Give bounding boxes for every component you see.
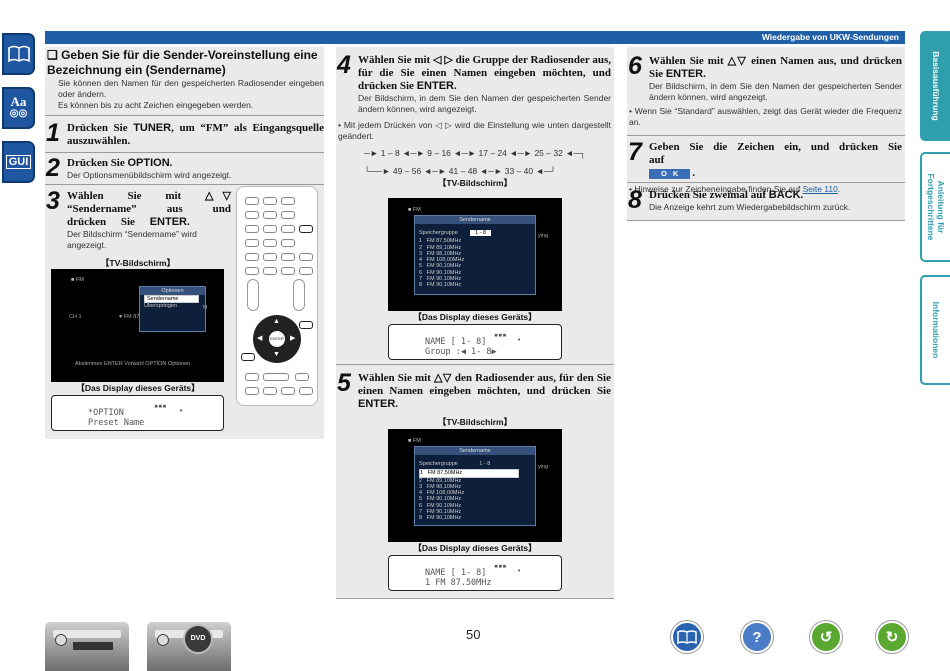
station-row: 8 FM 90,10MHz [419,282,462,289]
section-heading: ❏ Geben Sie für die Sender-Voreinstellun… [47,48,318,77]
section-title: Wiedergabe von UKW-Sendungen [761,32,899,42]
device-display: ▪▪▪ • *OPTION Preset Name [51,395,224,431]
source-fm: ■ FM [71,277,84,283]
display-label: 【Das Display dieses Geräts】 [76,383,200,393]
group-row[interactable]: Speichergruppe 1 - 8 [415,230,535,236]
step-4: 4 Wählen Sie mit ◁ ▷ die Gruppe der Radi… [336,47,614,365]
step-number: 3 [46,187,60,215]
sendername-menu: Sendername Speichergruppe 1 - 8 1 FM 87,… [414,446,536,526]
step-instruction: Drücken Sie TUNER, um “FM” als Eingangsq… [67,122,324,147]
step-5: 5 Wählen Sie mit △▽ den Radiosender aus,… [336,366,614,599]
column-2: 4 Wählen Sie mit ◁ ▷ die Gruppe der Radi… [336,47,614,599]
display-line-2: 1 FM 87.50MHz [425,578,492,588]
bullet-note: • Mit jedem Drücken von ◁ ▷ wird die Ein… [338,120,611,141]
tv-screen-sendername-1: ■ FM Sendername Speichergruppe 1 - 8 1 F… [388,198,562,311]
intro-text-2: Es können bis zu acht Zeichen eingegeben… [58,100,254,110]
station-row-selected[interactable]: 1 FM 87,50MHz [415,469,535,478]
back-icon[interactable]: ↺ [810,621,842,653]
option-button [299,321,313,329]
tab-anleitung-fortgeschrittene[interactable]: Anleitung für Fortgeschrittene [920,152,950,262]
remote-control-illustration: ENTER ▲ ▼ ◀ ▶ [236,186,318,406]
intro-text-1: Sie können den Namen für den gespeichert… [58,78,324,99]
step-number: 2 [46,154,60,182]
channel-label: CH 1 [69,314,82,320]
display-line-2: Preset Name [88,418,145,428]
step-6: 6 Wählen Sie mit △▽ einen Namen aus, und… [627,47,905,136]
display-line-1: NAME [ 1- 8] [425,568,487,578]
menu-item-ueberspringen[interactable]: Überspringen [140,303,205,309]
receiver-product-image[interactable] [45,622,129,671]
menu-title: Optionen [140,287,205,295]
step-instruction: Wählen Sie mit △▽ einen Namen aus, und d… [649,55,902,80]
forward-icon[interactable]: ↻ [876,621,908,653]
step-instruction: Wählen Sie mit △▽ “Sendername” aus und d… [67,190,231,228]
tuner-button [299,225,313,233]
gui-icon[interactable]: GUI [2,141,35,183]
step-2: 2 Drücken Sie OPTION. Der Optionsmenübil… [45,154,324,185]
tv-screen-label: 【TV-Bildschirm】 [100,258,176,268]
player-product-image[interactable]: DVD [147,622,231,671]
step-number: 7 [628,138,642,166]
step-instruction: Geben Sie die Zeichen ein, und drücken S… [649,141,902,179]
options-menu: Optionen Sendername Überspringen [139,286,206,332]
tv-screen-label: 【TV-Bildschirm】 [437,417,513,427]
tab-basisausfuehrung[interactable]: Basisausführung [920,31,950,141]
page-number: 50 [466,627,481,642]
station-row[interactable]: 8 FM 90,10MHz [415,515,535,521]
step-number: 4 [337,51,351,79]
ok-button-icon: O K [649,169,691,179]
step-instruction: Drücken Sie zweimal auf BACK. [649,189,804,201]
column-3: 6 Wählen Sie mit △▽ einen Namen aus, und… [627,47,905,221]
menu-title: Sendername [415,216,535,224]
step-instruction: Drücken Sie OPTION. [67,157,173,169]
bullet-note: • Wenn Sie “Standard” auswählen, zeigt d… [629,106,902,127]
step-note: Die Anzeige kehrt zum Wiedergabebildschi… [649,202,851,212]
tab-label: Basisausführung [931,51,941,121]
step-number: 6 [628,52,642,80]
font-icon[interactable]: Aa ◎◎ [2,87,35,129]
step-instruction: Wählen Sie mit △▽ den Radiosender aus, f… [358,372,611,410]
display-label: 【Das Display dieses Geräts】 [413,543,537,553]
frequency-label: ♥ FM 87 [119,314,140,320]
step-7: 7 Geben Sie die Zeichen ein, und drücken… [627,137,905,194]
font-icon-label: Aa [10,94,27,109]
menu-title: Sendername [415,447,535,455]
tab-label: Anleitung für Fortgeschrittene [926,173,946,241]
step-note: Der Bildschirm, in dem Sie den Namen der… [649,81,902,102]
device-display: ▪▪▪ • NAME [ 1- 8] 1 FM 87.50MHz [388,555,562,591]
step-3: 3 Wählen Sie mit △▽ “Sendername” aus und… [45,187,231,251]
step-number: 1 [46,119,60,147]
group-row: Speichergruppe 1 - 8 [419,461,491,467]
tab-label: Informationen [931,301,941,359]
help-icon[interactable]: ? [741,621,773,653]
tv-screen-label: 【TV-Bildschirm】 [437,178,513,188]
step-1: 1 Drücken Sie TUNER, um “FM” als Eingang… [45,117,324,153]
book-icon[interactable] [671,621,703,653]
step-instruction: Wählen Sie mit ◁ ▷ die Gruppe der Radios… [358,54,611,92]
dpad-icon: ENTER ▲ ▼ ◀ ▶ [253,315,301,363]
step-note: Der Optionsmenübildschirm wird angezeigt… [67,170,232,180]
device-display: ▪▪▪ • NAME [ 1- 8] Group :◀ 1- 8▶ [388,324,562,360]
group-cycle-diagram: ─► 1 – 8 ◄─► 9 – 16 ◄─► 17 – 24 ◄─► 25 –… [364,148,586,176]
sendername-menu: Sendername Speichergruppe 1 - 8 1 FM 87,… [414,215,536,295]
step-number: 5 [337,369,351,397]
step-note: Der Bildschirm, in dem Sie den Namen der… [358,93,611,114]
section-header-bar: Wiedergabe von UKW-Sendungen [45,31,905,44]
step-8: 8 Drücken Sie zweimal auf BACK. Die Anze… [627,184,905,221]
back-button [241,353,255,361]
display-label: 【Das Display dieses Geräts】 [413,312,537,322]
dvd-badge: DVD [183,624,213,654]
intro-section: ❏ Geben Sie für die Sender-Voreinstellun… [45,47,324,116]
step-note: Der Bildschirm “Sendername” wird angezei… [67,229,197,250]
display-line-2: Group :◀ 1- 8▶ [425,347,497,357]
tv-screen-sendername-2: ■ FM Sendername Speichergruppe 1 - 8 1 F… [388,429,562,542]
book-icon[interactable] [2,33,35,75]
tab-informationen[interactable]: Informationen [920,275,950,385]
step-number: 8 [628,186,642,214]
display-line-1: NAME [ 1- 8] [425,337,487,347]
tv-footer: Abstimmen ENTER Vorwahl OPTION Optionen [75,361,191,367]
gui-icon-label: GUI [5,155,32,169]
tv-screen-options: ■ FM Optionen Sendername Überspringen CH… [51,269,224,382]
